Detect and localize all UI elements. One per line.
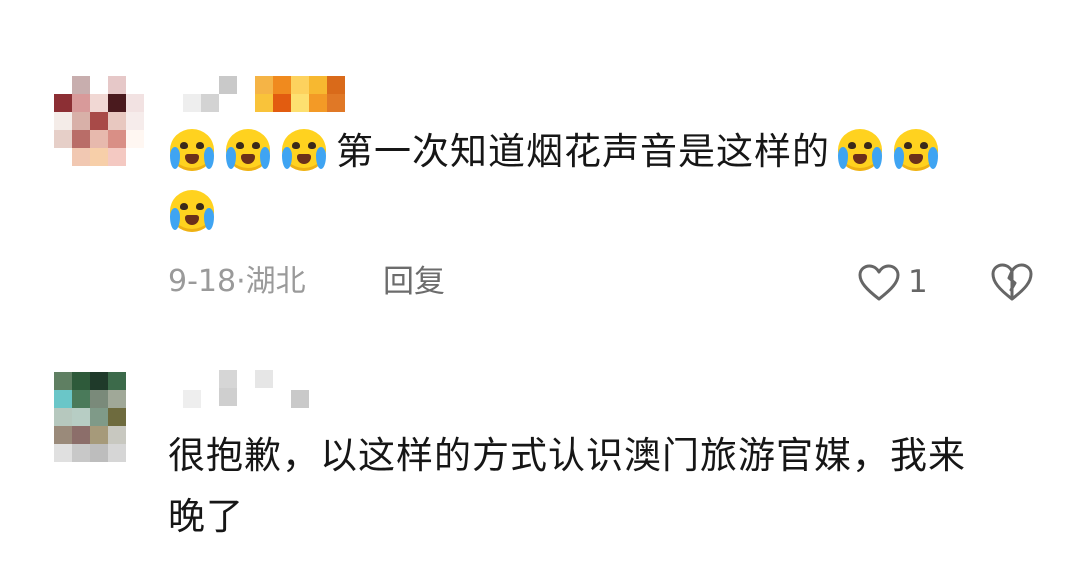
loudly-crying-icon [836, 127, 884, 173]
avatar[interactable] [54, 372, 146, 464]
heart-icon [858, 264, 900, 301]
comment-text: 很抱歉，以这样的方式认识澳门旅游官媒，我来 晚了 [168, 425, 1028, 547]
comment-line-1: 第一次知道烟花声音是这样的 [168, 121, 1028, 182]
comment-date: 9-18 [168, 264, 237, 299]
comment-text-content: 第一次知道烟花声音是这样的 [336, 130, 830, 173]
comment-line-1: 很抱歉，以这样的方式认识澳门旅游官媒，我来 [168, 434, 966, 477]
comment-line-2: 晚了 [168, 495, 244, 538]
comment-line-2 [168, 182, 1028, 243]
loudly-crying-icon [168, 188, 216, 234]
comment-location: 湖北 [245, 264, 306, 299]
reply-button[interactable]: 回复 [383, 262, 445, 302]
comment-item: 很抱歉，以这样的方式认识澳门旅游官媒，我来 晚了 [0, 350, 1080, 562]
comment-text: 第一次知道烟花声音是这样的 [168, 121, 1028, 243]
avatar[interactable] [54, 76, 146, 168]
comment-item: 第一次知道烟花声音是这样的 9-18·湖北 回复 1 [0, 0, 1080, 320]
broken-heart-icon [991, 263, 1033, 301]
loudly-crying-icon [280, 127, 328, 173]
username-pixelated[interactable] [183, 370, 323, 410]
loudly-crying-icon [892, 127, 940, 173]
like-count: 1 [908, 264, 928, 300]
username-pixelated[interactable] [183, 76, 363, 116]
loudly-crying-icon [168, 127, 216, 173]
loudly-crying-icon [224, 127, 272, 173]
meta-separator: · [236, 264, 246, 299]
comment-meta: 9-18·湖北 [168, 262, 306, 302]
dislike-button[interactable] [990, 262, 1034, 306]
